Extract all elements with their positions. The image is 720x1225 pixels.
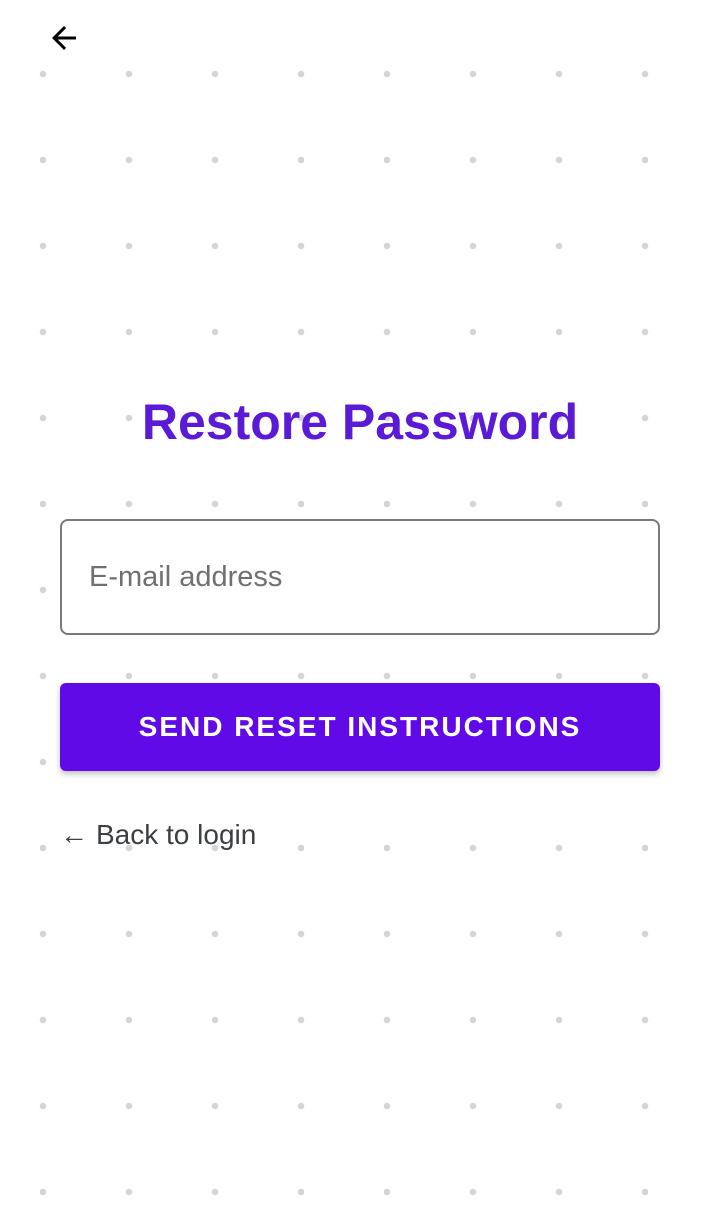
page-title: Restore Password [141,394,579,450]
send-reset-instructions-button[interactable]: SEND RESET INSTRUCTIONS [60,683,660,771]
back-to-login-label: Back to login [96,819,257,850]
arrow-left-icon: ← [60,819,88,850]
arrow-left-icon [52,26,76,50]
email-input[interactable] [62,521,658,633]
back-to-login-link[interactable]: ← Back to login [60,815,256,855]
email-field[interactable] [60,519,660,635]
back-button[interactable] [44,18,84,58]
